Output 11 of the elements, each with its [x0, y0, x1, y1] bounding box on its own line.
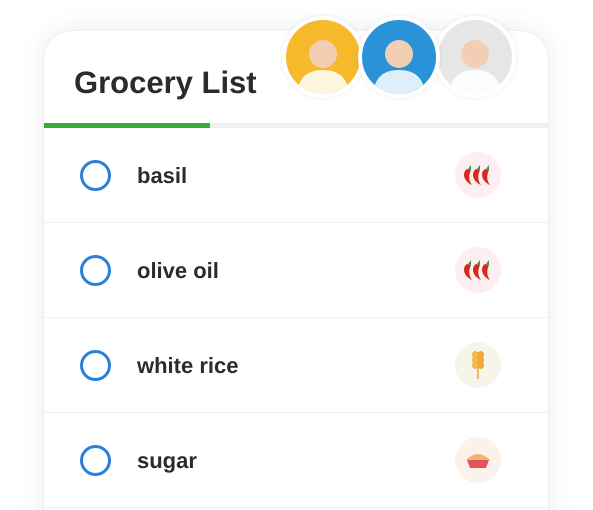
checkbox[interactable]: [80, 444, 111, 476]
item-name: sugar: [137, 446, 198, 475]
item-name: basil: [137, 162, 188, 190]
list-title: Grocery List: [74, 64, 257, 102]
wheat-icon: [471, 350, 485, 380]
pie-icon: [465, 451, 491, 469]
item-name: white rice: [137, 352, 240, 380]
checkbox[interactable]: [80, 160, 111, 190]
checkbox[interactable]: [80, 254, 111, 286]
checkbox[interactable]: [80, 350, 111, 380]
item-name: olive oil: [137, 256, 220, 284]
